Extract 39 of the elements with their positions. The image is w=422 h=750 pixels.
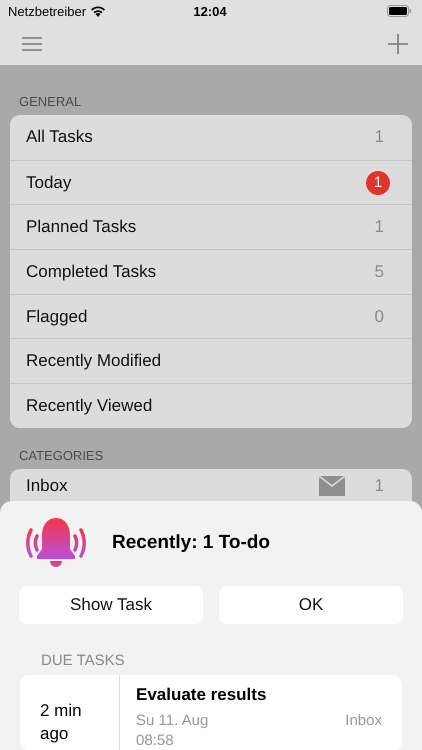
alert-title: Recently: 1 To-do (112, 532, 270, 554)
section-header: CATEGORIES (18, 446, 104, 465)
envelope-icon (318, 476, 345, 496)
row-label: Completed Tasks (26, 262, 158, 282)
row-count: 5 (374, 262, 384, 282)
section-header: GENERAL (18, 93, 82, 111)
section-header: DUE TASKS (40, 651, 126, 671)
list-row[interactable]: Planned Tasks 1 (10, 204, 412, 250)
task-time-ago: 2 min ago (20, 675, 120, 750)
task-category: Inbox (345, 711, 382, 731)
add-icon[interactable] (388, 34, 408, 54)
row-count: 1 (374, 476, 384, 496)
task-date: Su 11. Aug 08:58 (136, 711, 210, 750)
show-task-button[interactable]: Show Task (19, 586, 203, 624)
row-count: 1 (374, 217, 384, 238)
list-row[interactable]: Recently Modified (10, 338, 412, 384)
menu-icon[interactable] (22, 36, 42, 50)
battery-icon (387, 5, 412, 17)
row-label: All Tasks (26, 127, 94, 148)
row-label: Planned Tasks (26, 217, 138, 238)
count-badge: 1 (366, 170, 390, 195)
row-label: Inbox (26, 476, 69, 496)
list-row[interactable]: Today 1 (10, 160, 412, 204)
status-time: 12:04 (193, 4, 227, 18)
row-label: Today (26, 172, 72, 193)
row-label: Recently Modified (26, 351, 162, 372)
list-row[interactable]: Completed Tasks 5 (10, 249, 412, 294)
carrier-name: Netzbetreiber (8, 4, 86, 18)
row-count: 0 (374, 306, 384, 327)
wifi-icon (90, 5, 106, 17)
task-title: Evaluate results (136, 685, 268, 705)
row-count: 1 (374, 127, 384, 148)
task-card[interactable]: 2 min ago Evaluate results Su 11. Aug 08:58 Inbox (20, 675, 402, 750)
row-label: Recently Viewed (26, 396, 154, 416)
ok-button[interactable]: OK (219, 586, 403, 624)
list-row[interactable]: All Tasks 1 (10, 115, 412, 160)
list-row[interactable]: Flagged 0 (10, 294, 412, 338)
row-label: Flagged (26, 306, 88, 327)
list-row[interactable]: Recently Viewed (10, 383, 412, 428)
